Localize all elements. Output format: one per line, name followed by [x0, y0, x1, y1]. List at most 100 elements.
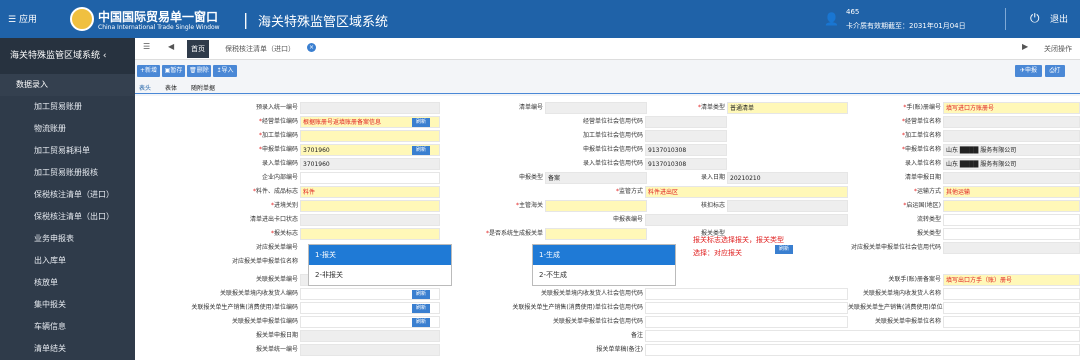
refresh-button[interactable]: 刷新	[412, 118, 430, 127]
rel-consignee-credit-field[interactable]	[645, 288, 848, 300]
sidebar-item[interactable]: 保税核注清单（出口）	[0, 206, 135, 228]
customs-field[interactable]	[545, 200, 647, 212]
sidebar-item[interactable]: 加工贸易耗料单	[0, 140, 135, 162]
remark-field[interactable]	[645, 330, 1080, 342]
menu-toggle-icon[interactable]: ☰	[143, 42, 150, 51]
transfer-type-field[interactable]	[943, 214, 1080, 226]
exit-button[interactable]: 退出	[1050, 12, 1068, 25]
entry-unit-code-field[interactable]: 3701960	[300, 158, 440, 170]
sidebar-item[interactable]: 核放单	[0, 272, 135, 294]
power-icon[interactable]: ⏻	[1030, 11, 1040, 26]
scroll-right-icon[interactable]: ▶	[1022, 42, 1028, 51]
processing-credit-code-field[interactable]	[645, 130, 727, 142]
subtab-body[interactable]: 表体	[165, 83, 177, 92]
print-button[interactable]: ⎙打	[1045, 65, 1065, 77]
entry-date-field[interactable]: 20210210	[727, 172, 848, 184]
customs-type-field[interactable]	[943, 228, 1080, 240]
rel-producer-name-field[interactable]	[943, 302, 1080, 314]
subtab-attachments[interactable]: 随附单据	[191, 83, 215, 92]
dropdown-option[interactable]: 2-不生成	[533, 265, 675, 285]
field-label: *运输方式	[913, 188, 941, 195]
refresh-button[interactable]: 刷新	[412, 304, 430, 313]
sidebar-item[interactable]: 物流账册	[0, 118, 135, 140]
field-label: 预录入统一编号	[255, 104, 298, 111]
sidebar-item[interactable]: 清单结关	[0, 338, 135, 360]
declare-button[interactable]: ✈申报	[1015, 65, 1042, 77]
rel-consignee-name-field[interactable]	[943, 288, 1080, 300]
close-ops-button[interactable]: 关闭操作	[1044, 44, 1072, 54]
tab-active[interactable]: 保税核注清单（进口）	[225, 44, 295, 54]
rel-declarant-name-field[interactable]	[943, 316, 1080, 328]
import-button[interactable]: ↥导入	[213, 65, 237, 77]
draft-remark-field[interactable]	[645, 344, 1080, 356]
rel-producer-credit-field[interactable]	[645, 302, 848, 314]
system-generate-field[interactable]	[545, 228, 647, 240]
decl-date-field[interactable]	[300, 330, 440, 342]
rel-manual-no-field[interactable]: 填写出口方手（账）册号	[943, 274, 1080, 286]
corr-credit-code-field[interactable]	[943, 242, 1080, 254]
decl-unified-no-field[interactable]	[300, 344, 440, 356]
subtab-header[interactable]: 表头	[139, 83, 151, 92]
field-label: 关联报关单申报单位编码	[231, 318, 298, 325]
operator-credit-code-field[interactable]	[645, 116, 727, 128]
entry-unit-credit-code-field[interactable]: 9137010308	[645, 158, 727, 170]
sidebar-item[interactable]: 加工贸易账册报核	[0, 162, 135, 184]
gate-status-field[interactable]	[300, 214, 440, 226]
dropdown-option[interactable]: 2-非报关	[309, 265, 451, 285]
refresh-button[interactable]: 刷新	[412, 290, 430, 299]
declare-date-field[interactable]	[943, 172, 1080, 184]
processing-code-field[interactable]	[300, 130, 440, 142]
dropdown-option[interactable]: 1-生成	[533, 245, 675, 265]
processing-name-field[interactable]	[943, 130, 1080, 142]
refresh-button[interactable]: 刷新	[412, 318, 430, 327]
field-label: *手(账)册编号	[903, 104, 941, 111]
refresh-button[interactable]: 刷新	[412, 146, 430, 155]
sidebar-item[interactable]: 集中报关	[0, 294, 135, 316]
sidebar-item[interactable]: 业务申报表	[0, 228, 135, 250]
field-label: 关联报关单编号	[255, 276, 298, 283]
manual-no-field[interactable]: 填写进口方账册号	[943, 102, 1080, 114]
add-button[interactable]: +新增	[137, 65, 160, 77]
print-label: 打	[1054, 67, 1061, 74]
origin-country-field[interactable]	[943, 200, 1080, 212]
delete-button[interactable]: 🗑删除	[187, 65, 211, 77]
add-label: 新增	[145, 67, 158, 74]
sidebar-item[interactable]: 加工贸易账册	[0, 96, 135, 118]
field-label: 报关单申报日期	[255, 332, 298, 339]
pre-entry-no-field[interactable]	[300, 102, 440, 114]
save-button[interactable]: ▣暂存	[162, 65, 185, 77]
supervision-mode-field[interactable]: 料件进出区	[645, 186, 848, 198]
application-no-field[interactable]	[645, 214, 848, 226]
label-text: 主管海关	[518, 202, 543, 209]
divider	[1005, 8, 1006, 30]
app-menu-button[interactable]: ☰ 应用	[8, 12, 37, 25]
user-icon[interactable]: 👤	[824, 12, 839, 26]
entry-unit-name-field[interactable]: 山东 ████ 服务有限公司	[943, 158, 1080, 170]
list-no-field[interactable]	[545, 102, 647, 114]
sidebar-title[interactable]: 海关特殊监管区域系统 ‹	[0, 38, 135, 74]
scroll-left-icon[interactable]: ◀	[168, 42, 174, 51]
sidebar-item[interactable]: 保税核注清单（进口）	[0, 184, 135, 206]
label-text: 启运国(地区)	[906, 202, 941, 209]
operator-name-field[interactable]	[943, 116, 1080, 128]
internal-no-field[interactable]	[300, 172, 440, 184]
dropdown-option[interactable]: 1-报关	[309, 245, 451, 265]
list-type-field[interactable]: 普通清单	[727, 102, 848, 114]
sidebar-item[interactable]: 车辆信息	[0, 316, 135, 338]
tab-home[interactable]: 首页	[187, 40, 209, 58]
close-tab-icon[interactable]: ×	[307, 43, 316, 52]
material-flag-field[interactable]: 料件	[300, 186, 440, 198]
transport-mode-field[interactable]: 其他运输	[943, 186, 1080, 198]
customs-flag-field[interactable]	[300, 228, 440, 240]
declare-type-field[interactable]: 备案	[545, 172, 647, 184]
field-label: *经营单位编码	[258, 118, 298, 125]
declarant-name-field[interactable]: 山东 ████ 服务有限公司	[943, 144, 1080, 156]
field-label: 对应报关单申报单位名称	[231, 258, 298, 265]
rel-declarant-credit-field[interactable]	[645, 316, 848, 328]
sidebar-item[interactable]: 出入库单	[0, 250, 135, 272]
deduct-flag-field[interactable]	[727, 200, 848, 212]
label-text: 加工单位编码	[261, 132, 298, 139]
sidebar-category[interactable]: 数据录入	[0, 74, 135, 96]
entry-port-field[interactable]	[300, 200, 440, 212]
declarant-credit-code-field[interactable]: 9137010308	[645, 144, 727, 156]
